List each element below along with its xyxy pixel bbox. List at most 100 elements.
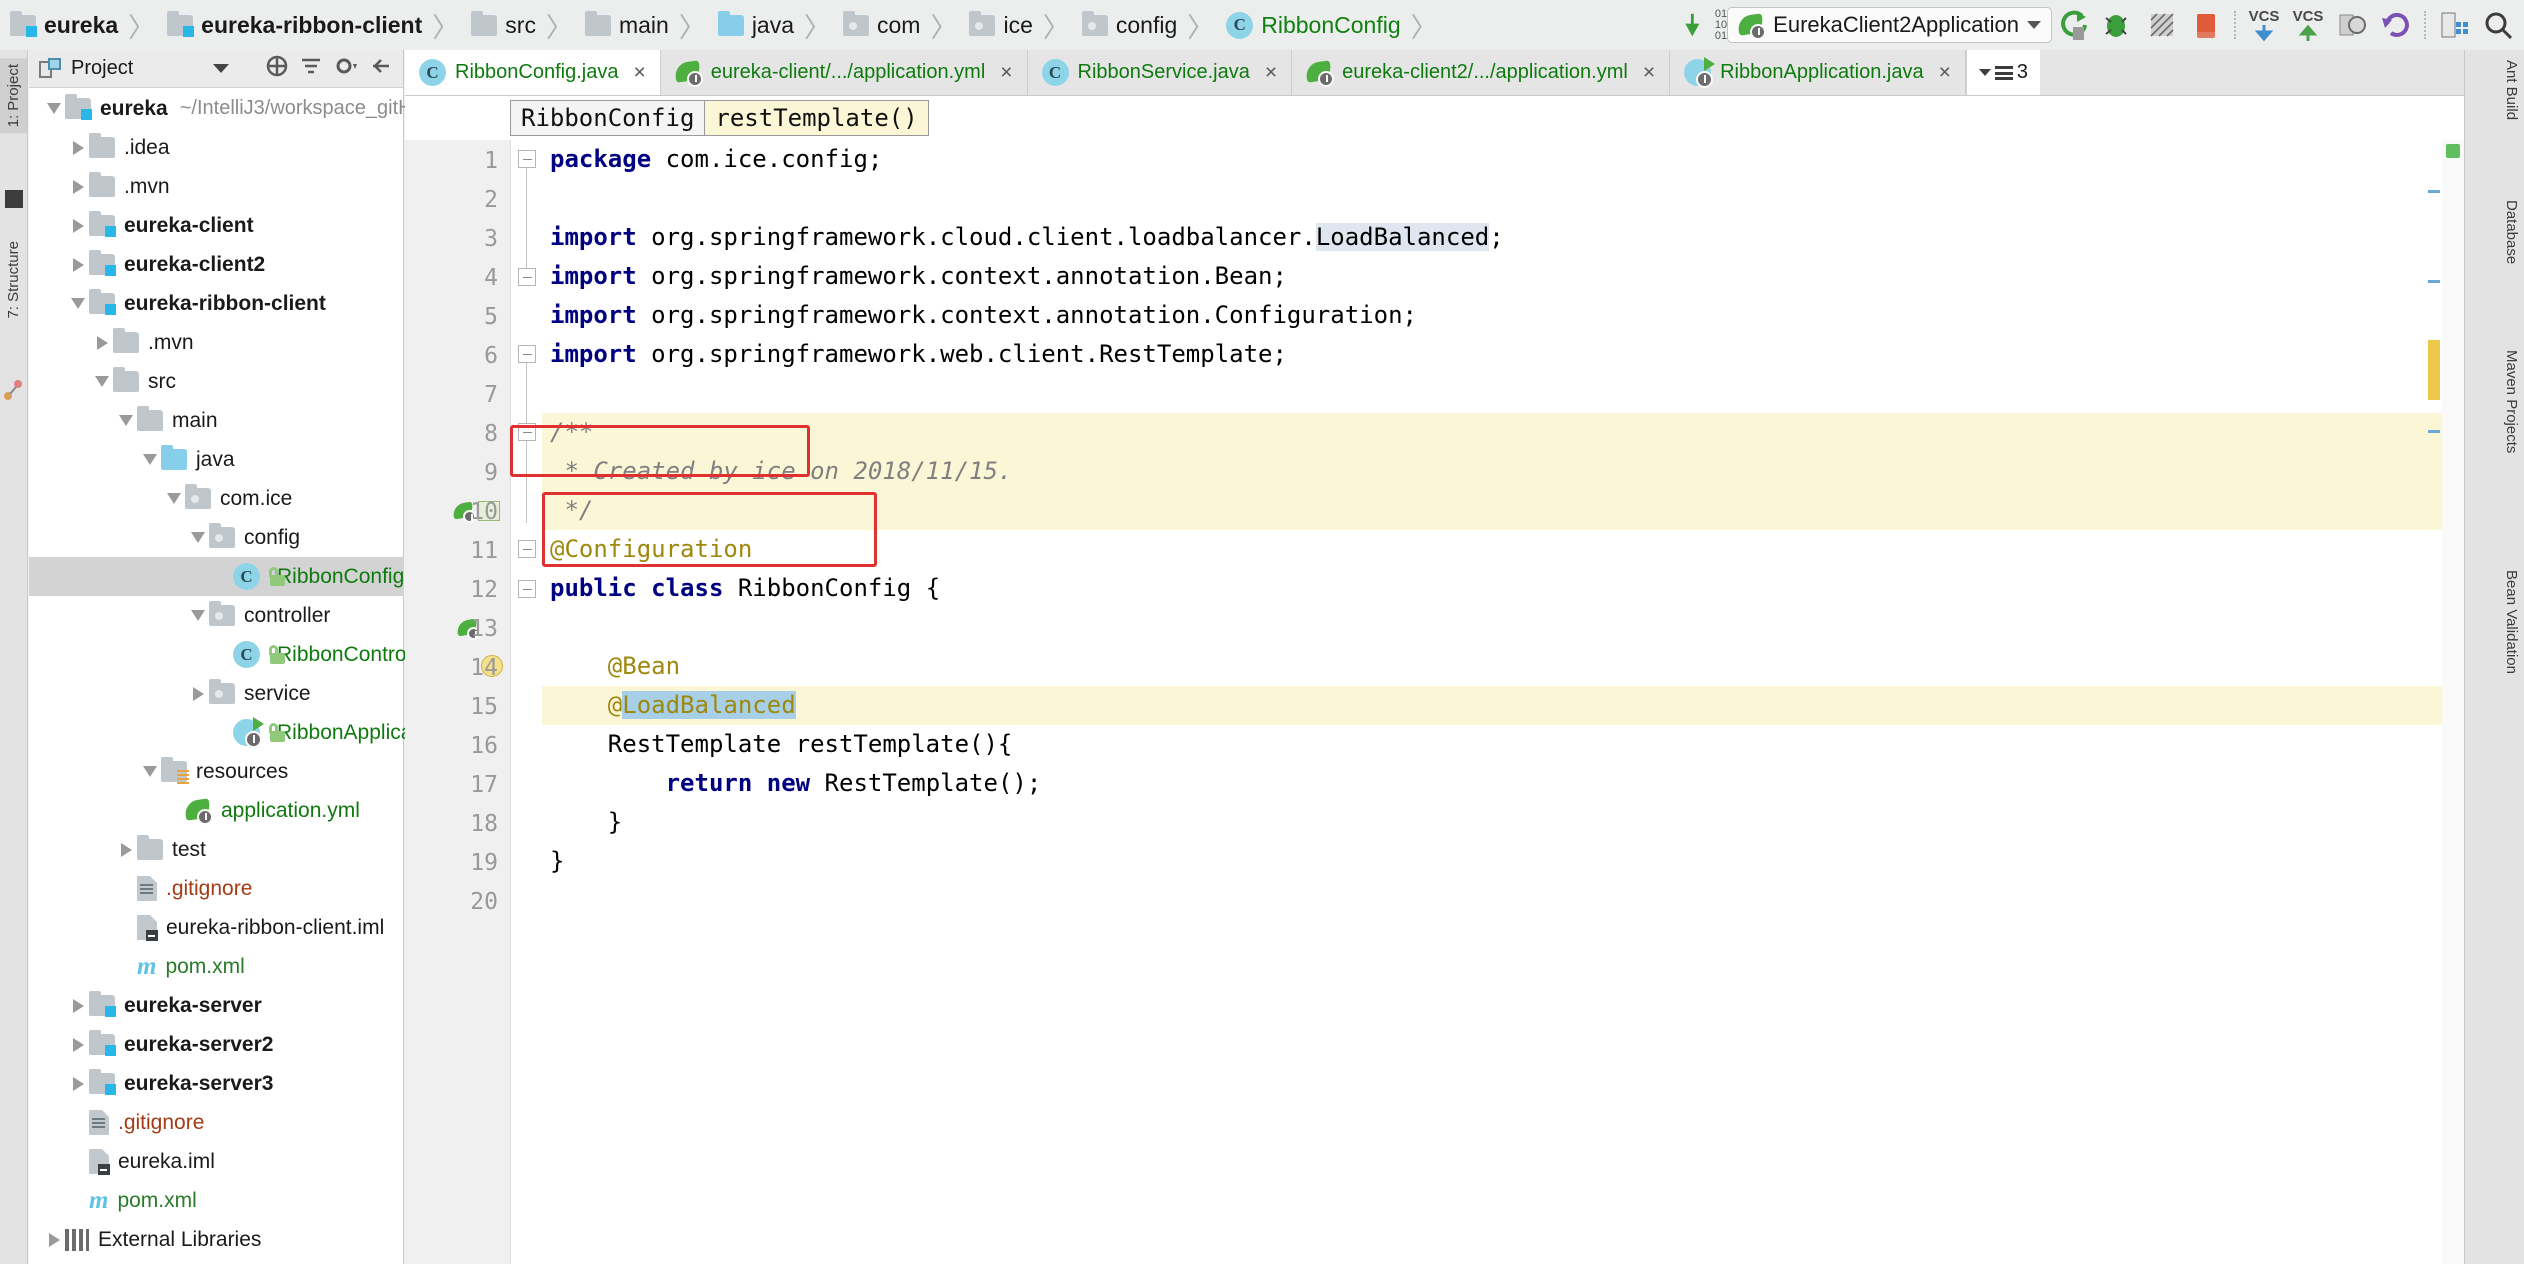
revert-icon[interactable] <box>2374 3 2418 47</box>
breadcrumb-item-config[interactable]: config <box>1072 0 1181 50</box>
tree-node-eureka-client2[interactable]: eureka-client2 <box>29 245 404 284</box>
fold-javadoc-icon[interactable] <box>518 345 536 363</box>
breadcrumb-item-java[interactable]: java <box>708 0 798 50</box>
code-line-17[interactable]: return new RestTemplate(); <box>542 764 2464 803</box>
show-diff-icon[interactable] <box>2330 3 2374 47</box>
code-line-15[interactable]: @LoadBalanced <box>542 686 2464 725</box>
tree-node-eureka-server2[interactable]: eureka-server2 <box>29 1025 404 1064</box>
code-line-6[interactable]: import org.springframework.web.client.Re… <box>542 335 2464 374</box>
tree-node-pom-xml[interactable]: m pom.xml <box>29 947 404 986</box>
collapse-arrow-icon[interactable] <box>67 284 89 323</box>
scroll-marker-change-2[interactable] <box>2428 280 2440 283</box>
sidebar-item-bean-validation[interactable]: Bean Validation <box>2503 570 2520 674</box>
expand-arrow-icon[interactable] <box>67 1064 89 1103</box>
tab-ribbonservice-java[interactable]: C RibbonService.java × <box>1028 50 1293 95</box>
hide-panel-icon[interactable] <box>369 54 393 83</box>
project-tree[interactable]: eureka ~/IntelliJ3/workspace_gitHub/eurek… <box>29 89 502 1264</box>
breadcrumb-item-ice[interactable]: ice <box>959 0 1036 50</box>
tree-node-eureka[interactable]: eureka ~/IntelliJ3/workspace_gitHub/eurek… <box>29 89 502 128</box>
tree-node-eureka-client[interactable]: eureka-client <box>29 206 404 245</box>
breadcrumb-item-ribbonconfig[interactable]: C RibbonConfig <box>1216 0 1404 50</box>
expand-all-icon[interactable] <box>299 54 323 83</box>
tree-node-ribboncontroller[interactable]: C RibbonController <box>29 635 435 674</box>
tab-eureka-client2-application-yml[interactable]: eureka-client2/.../application.yml × <box>1292 50 1671 95</box>
tree-node--gitignore[interactable]: .gitignore <box>29 1103 404 1142</box>
expand-arrow-icon[interactable] <box>67 245 89 284</box>
expand-arrow-icon[interactable] <box>67 167 89 206</box>
code-line-19[interactable]: } <box>542 842 2464 881</box>
tree-node-ribbonapplication[interactable]: RibbonApplication <box>29 713 446 752</box>
breadcrumb-class[interactable]: RibbonConfig <box>510 100 706 136</box>
expand-arrow-icon[interactable] <box>115 830 137 869</box>
breadcrumb-item-com[interactable]: com <box>833 0 924 50</box>
inspection-status-ok-icon[interactable] <box>2446 144 2460 158</box>
vcs-commit-icon[interactable]: VCS <box>2286 3 2330 47</box>
collapse-arrow-icon[interactable] <box>163 479 185 518</box>
tree-node-com-ice[interactable]: com.ice <box>29 479 404 518</box>
chevron-down-icon[interactable] <box>213 64 229 73</box>
select-opened-file-icon[interactable] <box>2432 3 2476 47</box>
tab-overflow-button[interactable]: 3 <box>1965 50 2040 95</box>
close-icon[interactable]: × <box>633 61 645 85</box>
tree-node-eureka-ribbon-client[interactable]: eureka-ribbon-client <box>29 284 404 323</box>
code-line-18[interactable]: } <box>542 803 2464 842</box>
tree-node--mvn[interactable]: .mvn <box>29 323 404 362</box>
settings-gear-icon[interactable] <box>333 54 359 83</box>
code-line-5[interactable]: import org.springframework.context.annot… <box>542 296 2464 335</box>
expand-arrow-icon[interactable] <box>67 128 89 167</box>
breadcrumb-item-main[interactable]: main <box>575 0 673 50</box>
tree-node--idea[interactable]: .idea <box>29 128 404 167</box>
code-line-9[interactable]: * Created by ice on 2018/11/15. <box>542 452 2464 491</box>
tree-node-service[interactable]: service <box>29 674 404 713</box>
collapse-arrow-icon[interactable] <box>139 752 161 791</box>
tree-node--gitignore[interactable]: .gitignore <box>29 869 404 908</box>
sidebar-item-ant-build[interactable]: Ant Build <box>2503 60 2520 120</box>
code-line-16[interactable]: RestTemplate restTemplate(){ <box>542 725 2464 764</box>
code-line-2[interactable] <box>542 179 2464 218</box>
collapse-all-icon[interactable] <box>265 54 289 83</box>
sidebar-item-structure[interactable]: 7: Structure <box>0 235 27 325</box>
collapse-arrow-icon[interactable] <box>115 401 137 440</box>
update-project-icon[interactable]: 01 10 01 <box>1683 3 1727 47</box>
stop-icon[interactable] <box>2184 3 2228 47</box>
search-everywhere-icon[interactable] <box>2476 3 2520 47</box>
tree-node-ribbonconfig[interactable]: C RibbonConfig <box>29 557 404 596</box>
chevron-down-icon[interactable] <box>2027 21 2041 29</box>
tree-node-external-libraries[interactable]: External Libraries <box>29 1220 404 1259</box>
code-line-1[interactable]: package com.ice.config; <box>542 140 2464 179</box>
tree-node-main[interactable]: main <box>29 401 404 440</box>
expand-arrow-icon[interactable] <box>67 986 89 1025</box>
breadcrumb-method[interactable]: restTemplate() <box>705 100 929 136</box>
code-line-7[interactable] <box>542 374 2464 413</box>
scroll-marker-change-1[interactable] <box>2428 190 2440 193</box>
code-line-8[interactable]: /** <box>542 413 2464 452</box>
sidebar-item-maven-projects[interactable]: Maven Projects <box>2503 350 2520 453</box>
close-icon[interactable]: × <box>1939 61 1951 85</box>
breadcrumb-item-src[interactable]: src <box>461 0 540 50</box>
expand-arrow-icon[interactable] <box>43 1220 65 1259</box>
collapse-arrow-icon[interactable] <box>187 518 209 557</box>
fold-method-body-icon[interactable] <box>518 580 536 598</box>
tree-node-eureka-iml[interactable]: eureka.iml <box>29 1142 404 1181</box>
debug-icon[interactable] <box>2096 3 2140 47</box>
tree-node-eureka-server3[interactable]: eureka-server3 <box>29 1064 404 1103</box>
fold-class-icon[interactable] <box>518 423 536 441</box>
run-icon[interactable] <box>2052 3 2096 47</box>
tree-node-src[interactable]: src <box>29 362 404 401</box>
close-icon[interactable]: × <box>1265 61 1277 85</box>
code-editor[interactable]: 1 2 3 4 5 6 7 8 9 10 11 12 13 14 15 16 17 18 19 20 package … <box>405 140 2464 1264</box>
code-line-10[interactable]: */ <box>542 491 2464 530</box>
scroll-marker-change-3[interactable] <box>2428 430 2440 433</box>
code-line-14[interactable]: @Bean <box>542 647 2464 686</box>
code-line-20[interactable] <box>542 881 2464 920</box>
code-line-13[interactable] <box>542 608 2464 647</box>
chevron-down-icon[interactable] <box>1978 69 1991 76</box>
code-text[interactable]: package com.ice.config; import org.spring… <box>542 140 2464 1264</box>
tree-node-java[interactable]: java <box>29 440 404 479</box>
code-line-3[interactable]: import org.springframework.cloud.client.… <box>542 218 2464 257</box>
collapse-arrow-icon[interactable] <box>187 596 209 635</box>
tree-node--mvn[interactable]: .mvn <box>29 167 404 206</box>
sidebar-item-database[interactable]: Database <box>2503 200 2520 264</box>
code-line-12[interactable]: public class RibbonConfig { <box>542 569 2464 608</box>
expand-arrow-icon[interactable] <box>67 206 89 245</box>
